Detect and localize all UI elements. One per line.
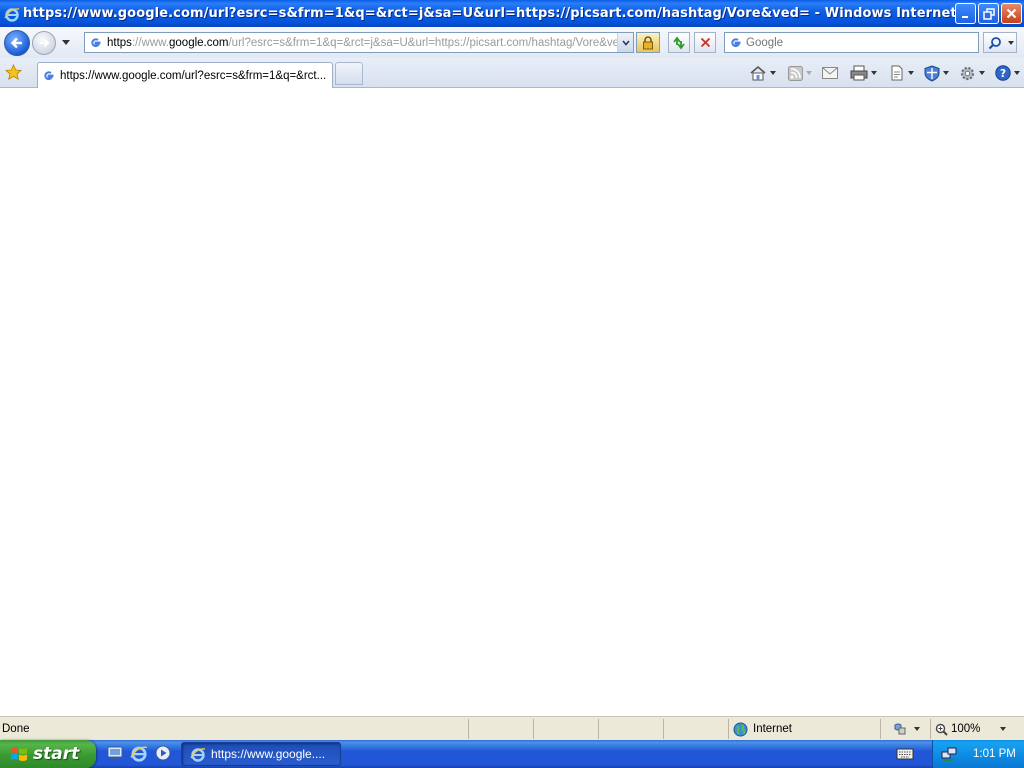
url-path: /url?esrc=s&frm=1&q=&rct=j&sa=U&url=http… [228, 36, 625, 49]
refresh-button[interactable] [668, 32, 690, 53]
protected-mode-icon [894, 723, 905, 735]
show-desktop-icon[interactable] [106, 744, 124, 762]
google-favicon-icon [91, 38, 101, 48]
address-bar[interactable]: https://www. google.com/url?esrc=s&frm=1&… [84, 32, 634, 53]
new-tab-button[interactable] [335, 62, 363, 85]
ie-icon [190, 748, 206, 762]
status-panel [598, 719, 663, 739]
google-favicon-icon [44, 71, 54, 81]
back-button[interactable] [4, 29, 30, 56]
stop-button[interactable] [694, 32, 716, 53]
address-dropdown-button[interactable] [617, 33, 633, 52]
minimize-icon [961, 15, 968, 18]
security-zone[interactable]: Internet [728, 719, 880, 739]
status-panel [533, 719, 598, 739]
tab-current[interactable]: https://www.google.com/url?esrc=s&frm=1&… [37, 62, 333, 88]
taskbar: start https://www.google.... 1:01 PM [0, 740, 1024, 768]
search-box[interactable] [724, 32, 979, 53]
tab-label: https://www.google.com/url?esrc=s&frm=1&… [60, 69, 327, 82]
gear-icon [960, 66, 975, 80]
status-bar: Done Internet 100% [0, 716, 1024, 740]
close-button[interactable] [1001, 3, 1022, 24]
system-tray: 1:01 PM [932, 740, 1024, 768]
url-scheme: https [107, 36, 132, 49]
chevron-down-icon [621, 39, 630, 46]
zoom-icon [935, 723, 948, 736]
url-host: google.com [169, 36, 229, 49]
search-button[interactable] [983, 32, 1017, 53]
network-icon[interactable] [941, 746, 957, 762]
help-menu-button[interactable]: ? [995, 63, 1020, 83]
url-separator: :// [131, 36, 142, 49]
clock[interactable]: 1:01 PM [973, 748, 1016, 760]
rss-feed-icon [788, 65, 803, 81]
restore-button[interactable] [978, 3, 999, 24]
arrow-left-icon [10, 37, 22, 48]
recent-pages-dropdown[interactable] [62, 40, 70, 45]
lock-icon [643, 35, 653, 49]
mail-icon [822, 67, 838, 79]
url-prefix: www. [141, 36, 170, 49]
status-text: Done [2, 722, 30, 735]
svg-text:?: ? [1000, 68, 1006, 80]
safety-menu-button[interactable] [924, 63, 949, 83]
zone-label: Internet [753, 723, 792, 735]
navigation-bar: https://www. google.com/url?esrc=s&frm=1&… [0, 27, 1024, 58]
tab-bar: https://www.google.com/url?esrc=s&frm=1&… [0, 58, 1024, 88]
page-icon [891, 65, 903, 81]
title-bar[interactable]: https://www.google.com/url?esrc=s&frm=1&… [0, 0, 1024, 27]
forward-button[interactable] [32, 30, 56, 55]
feeds-button[interactable] [788, 63, 812, 83]
page-menu-button[interactable] [889, 63, 914, 83]
minimize-button[interactable] [955, 3, 976, 24]
window-title: https://www.google.com/url?esrc=s&frm=1&… [23, 6, 955, 21]
keyboard-icon[interactable] [896, 747, 914, 761]
search-input[interactable] [746, 36, 966, 49]
taskbar-item-ie[interactable]: https://www.google.... [181, 742, 341, 766]
magnifier-icon [988, 36, 1001, 49]
help-icon: ? [995, 65, 1011, 81]
search-options-arrow[interactable] [1008, 40, 1014, 45]
ie-icon[interactable] [130, 744, 148, 762]
stop-icon [700, 37, 710, 48]
ie-icon [4, 7, 20, 22]
refresh-icon [673, 36, 685, 49]
tools-menu-button[interactable] [959, 63, 985, 83]
favorites-star-icon[interactable] [5, 64, 22, 81]
print-button[interactable] [850, 63, 877, 83]
media-player-icon[interactable] [154, 744, 172, 762]
security-report-button[interactable] [636, 32, 660, 53]
close-icon [1006, 8, 1017, 19]
globe-icon [733, 722, 748, 736]
read-mail-button[interactable] [822, 63, 838, 83]
start-button[interactable]: start [0, 740, 96, 768]
restore-icon [982, 7, 995, 20]
google-search-icon [731, 38, 741, 48]
status-panel [663, 719, 728, 739]
protected-mode-indicator[interactable] [880, 719, 930, 739]
home-button[interactable] [749, 63, 776, 83]
taskbar-item-label: https://www.google.... [211, 747, 326, 761]
arrow-right-icon [40, 38, 50, 47]
zoom-level: 100% [951, 723, 981, 735]
shield-icon [924, 64, 940, 82]
zoom-control[interactable]: 100% [930, 719, 1010, 739]
quick-launch [106, 744, 172, 762]
windows-logo-icon [11, 747, 27, 761]
command-bar: ? [743, 62, 1020, 84]
printer-icon [850, 65, 868, 81]
start-label: start [33, 744, 80, 764]
page-content[interactable] [0, 88, 1024, 716]
home-icon [750, 65, 766, 81]
status-panel [468, 719, 533, 739]
